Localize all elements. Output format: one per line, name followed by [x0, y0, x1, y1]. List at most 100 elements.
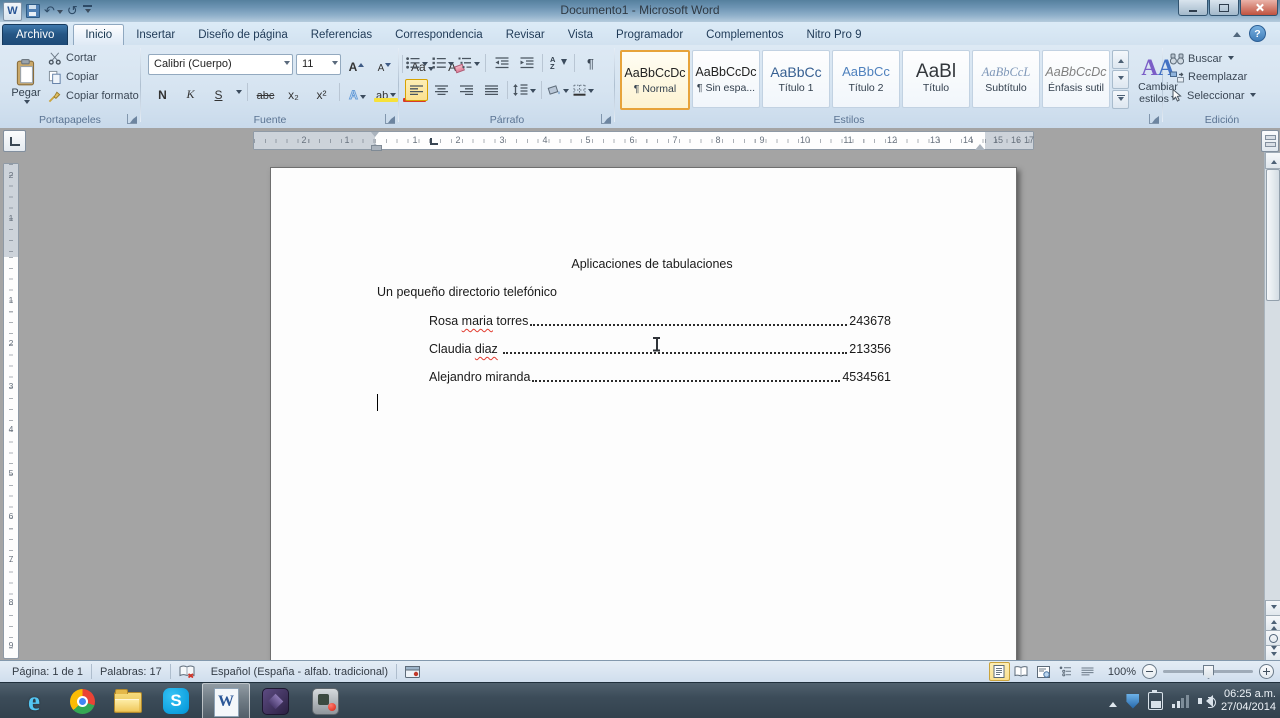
taskbar-word-icon-active[interactable]: W	[202, 683, 250, 718]
language-indicator[interactable]: Español (España - alfab. tradicional)	[203, 661, 396, 682]
sort-button[interactable]: AZ	[547, 52, 570, 74]
superscript-button[interactable]: x²	[309, 81, 334, 103]
find-button[interactable]: Buscar	[1170, 53, 1256, 65]
taskbar-internet-explorer-icon[interactable]: e	[12, 683, 56, 718]
close-button[interactable]	[1240, 0, 1278, 16]
minimize-button[interactable]	[1178, 0, 1208, 16]
replace-button[interactable]: Reemplazar	[1170, 71, 1256, 83]
shading-button[interactable]	[546, 79, 570, 101]
spellcheck-status[interactable]	[171, 661, 203, 682]
tab-archivo[interactable]: Archivo	[2, 24, 69, 45]
align-center-button[interactable]	[430, 79, 453, 101]
underline-button[interactable]: S	[206, 81, 231, 103]
horizontal-ruler[interactable]: 2 1 1 2 3 4 5 6 7 8 9 10 11 12 13 14 15 …	[253, 131, 1034, 151]
tab-stop-marker[interactable]	[430, 138, 438, 145]
tab-stop-selector[interactable]	[3, 130, 26, 152]
paste-dropdown-arrow-icon[interactable]	[24, 100, 30, 107]
vertical-scrollbar[interactable]	[1264, 152, 1280, 660]
battery-icon[interactable]	[1148, 690, 1164, 710]
increase-indent-button[interactable]	[515, 52, 538, 74]
tab-programador[interactable]: Programador	[605, 25, 694, 45]
title-bar[interactable]: W ↶ ↺ Documento1 - Microsoft Word	[0, 0, 1280, 22]
style-titulo[interactable]: AaBl Título	[902, 50, 970, 108]
italic-button[interactable]: K	[178, 81, 203, 103]
draft-view-button[interactable]	[1077, 662, 1098, 681]
align-right-button[interactable]	[455, 79, 478, 101]
tab-nitro-pro-9[interactable]: Nitro Pro 9	[796, 25, 873, 45]
tab-correspondencia[interactable]: Correspondencia	[384, 25, 494, 45]
align-left-button[interactable]	[405, 79, 428, 101]
paragraph-dialog-launcher[interactable]	[601, 114, 611, 124]
document-page[interactable]: Aplicaciones de tabulaciones Un pequeño …	[270, 167, 1017, 660]
taskbar-recorder-icon[interactable]	[303, 683, 347, 718]
multilevel-list-button[interactable]	[457, 52, 481, 74]
scroll-up-button[interactable]	[1265, 152, 1280, 169]
shrink-font-button[interactable]: A	[372, 53, 397, 75]
styles-scroll-up-button[interactable]	[1112, 50, 1129, 69]
tab-diseno-de-pagina[interactable]: Diseño de página	[187, 25, 299, 45]
speaker-icon[interactable]	[1197, 694, 1216, 708]
grow-font-button[interactable]: A	[344, 53, 369, 75]
justify-button[interactable]	[480, 79, 503, 101]
print-layout-view-button[interactable]	[988, 662, 1010, 681]
show-marks-button[interactable]: ¶	[579, 52, 602, 74]
font-family-select[interactable]: Calibri (Cuerpo)	[148, 53, 293, 75]
browse-next-button[interactable]	[1265, 645, 1280, 660]
indent-markers[interactable]	[370, 132, 382, 151]
font-dialog-launcher[interactable]	[385, 114, 395, 124]
taskbar-app-dark-icon[interactable]	[253, 683, 297, 718]
strikethrough-button[interactable]: abc	[253, 81, 278, 103]
taskbar-chrome-icon[interactable]	[60, 683, 104, 718]
security-shield-icon[interactable]	[1126, 693, 1140, 709]
outline-view-button[interactable]	[1055, 662, 1076, 681]
bullets-button[interactable]	[405, 52, 429, 74]
style-enfasis-sutil[interactable]: AaBbCcDc Énfasis sutil	[1042, 50, 1110, 108]
style-normal[interactable]: AaBbCcDc ¶ Normal	[620, 50, 690, 110]
clipboard-dialog-launcher[interactable]	[127, 114, 137, 124]
format-painter-button[interactable]: Copiar formato	[48, 89, 139, 103]
numbering-button[interactable]	[431, 52, 455, 74]
tab-vista[interactable]: Vista	[557, 25, 604, 45]
cut-button[interactable]: Cortar	[48, 51, 139, 65]
style-titulo-1[interactable]: AaBbCc Título 1	[762, 50, 830, 108]
text-effects-button[interactable]: A	[345, 81, 370, 103]
view-ruler-toggle-button[interactable]	[1261, 130, 1279, 152]
fullscreen-reading-view-button[interactable]	[1011, 662, 1032, 681]
bold-button[interactable]: N	[150, 81, 175, 103]
style-sin-espaciado[interactable]: AaBbCcDc ¶ Sin espa...	[692, 50, 760, 108]
paste-button[interactable]: Pegar	[6, 49, 46, 117]
minimize-ribbon-button[interactable]	[1229, 27, 1244, 41]
styles-more-button[interactable]	[1112, 90, 1129, 109]
web-layout-view-button[interactable]	[1033, 662, 1054, 681]
tab-complementos[interactable]: Complementos	[695, 25, 794, 45]
vertical-ruler[interactable]: 2 1 1 2 3 4 5 6 7 8 9	[3, 163, 19, 659]
tray-clock[interactable]: 06:25 a.m. 27/04/2014	[1221, 688, 1276, 715]
styles-scroll-down-button[interactable]	[1112, 70, 1129, 89]
network-signal-icon[interactable]	[1172, 694, 1189, 708]
taskbar-file-explorer-icon[interactable]	[106, 683, 150, 718]
style-titulo-2[interactable]: AaBbCc Título 2	[832, 50, 900, 108]
line-spacing-button[interactable]	[512, 79, 537, 101]
tab-insertar[interactable]: Insertar	[125, 25, 186, 45]
right-indent-marker[interactable]	[975, 139, 985, 150]
tab-revisar[interactable]: Revisar	[495, 25, 556, 45]
page-indicator[interactable]: Página: 1 de 1	[4, 661, 91, 682]
zoom-slider-thumb[interactable]	[1203, 665, 1214, 679]
tab-inicio[interactable]: Inicio	[73, 24, 125, 45]
font-size-select[interactable]: 11	[296, 53, 341, 75]
tray-show-hidden-icon[interactable]	[1109, 698, 1118, 707]
borders-button[interactable]	[572, 79, 595, 101]
left-indent-marker[interactable]	[371, 145, 382, 151]
zoom-out-button[interactable]	[1142, 664, 1157, 679]
zoom-in-button[interactable]	[1259, 664, 1274, 679]
decrease-indent-button[interactable]	[490, 52, 513, 74]
maximize-button[interactable]	[1209, 0, 1239, 16]
word-count[interactable]: Palabras: 17	[92, 661, 170, 682]
taskbar-skype-icon[interactable]: S	[154, 683, 198, 718]
subscript-button[interactable]: x₂	[281, 81, 306, 103]
copy-button[interactable]: Copiar	[48, 70, 139, 84]
select-button[interactable]: Seleccionar	[1170, 89, 1257, 102]
tab-referencias[interactable]: Referencias	[300, 25, 383, 45]
macro-recording-button[interactable]	[397, 661, 428, 682]
underline-dropdown-arrow-icon[interactable]	[236, 90, 242, 97]
